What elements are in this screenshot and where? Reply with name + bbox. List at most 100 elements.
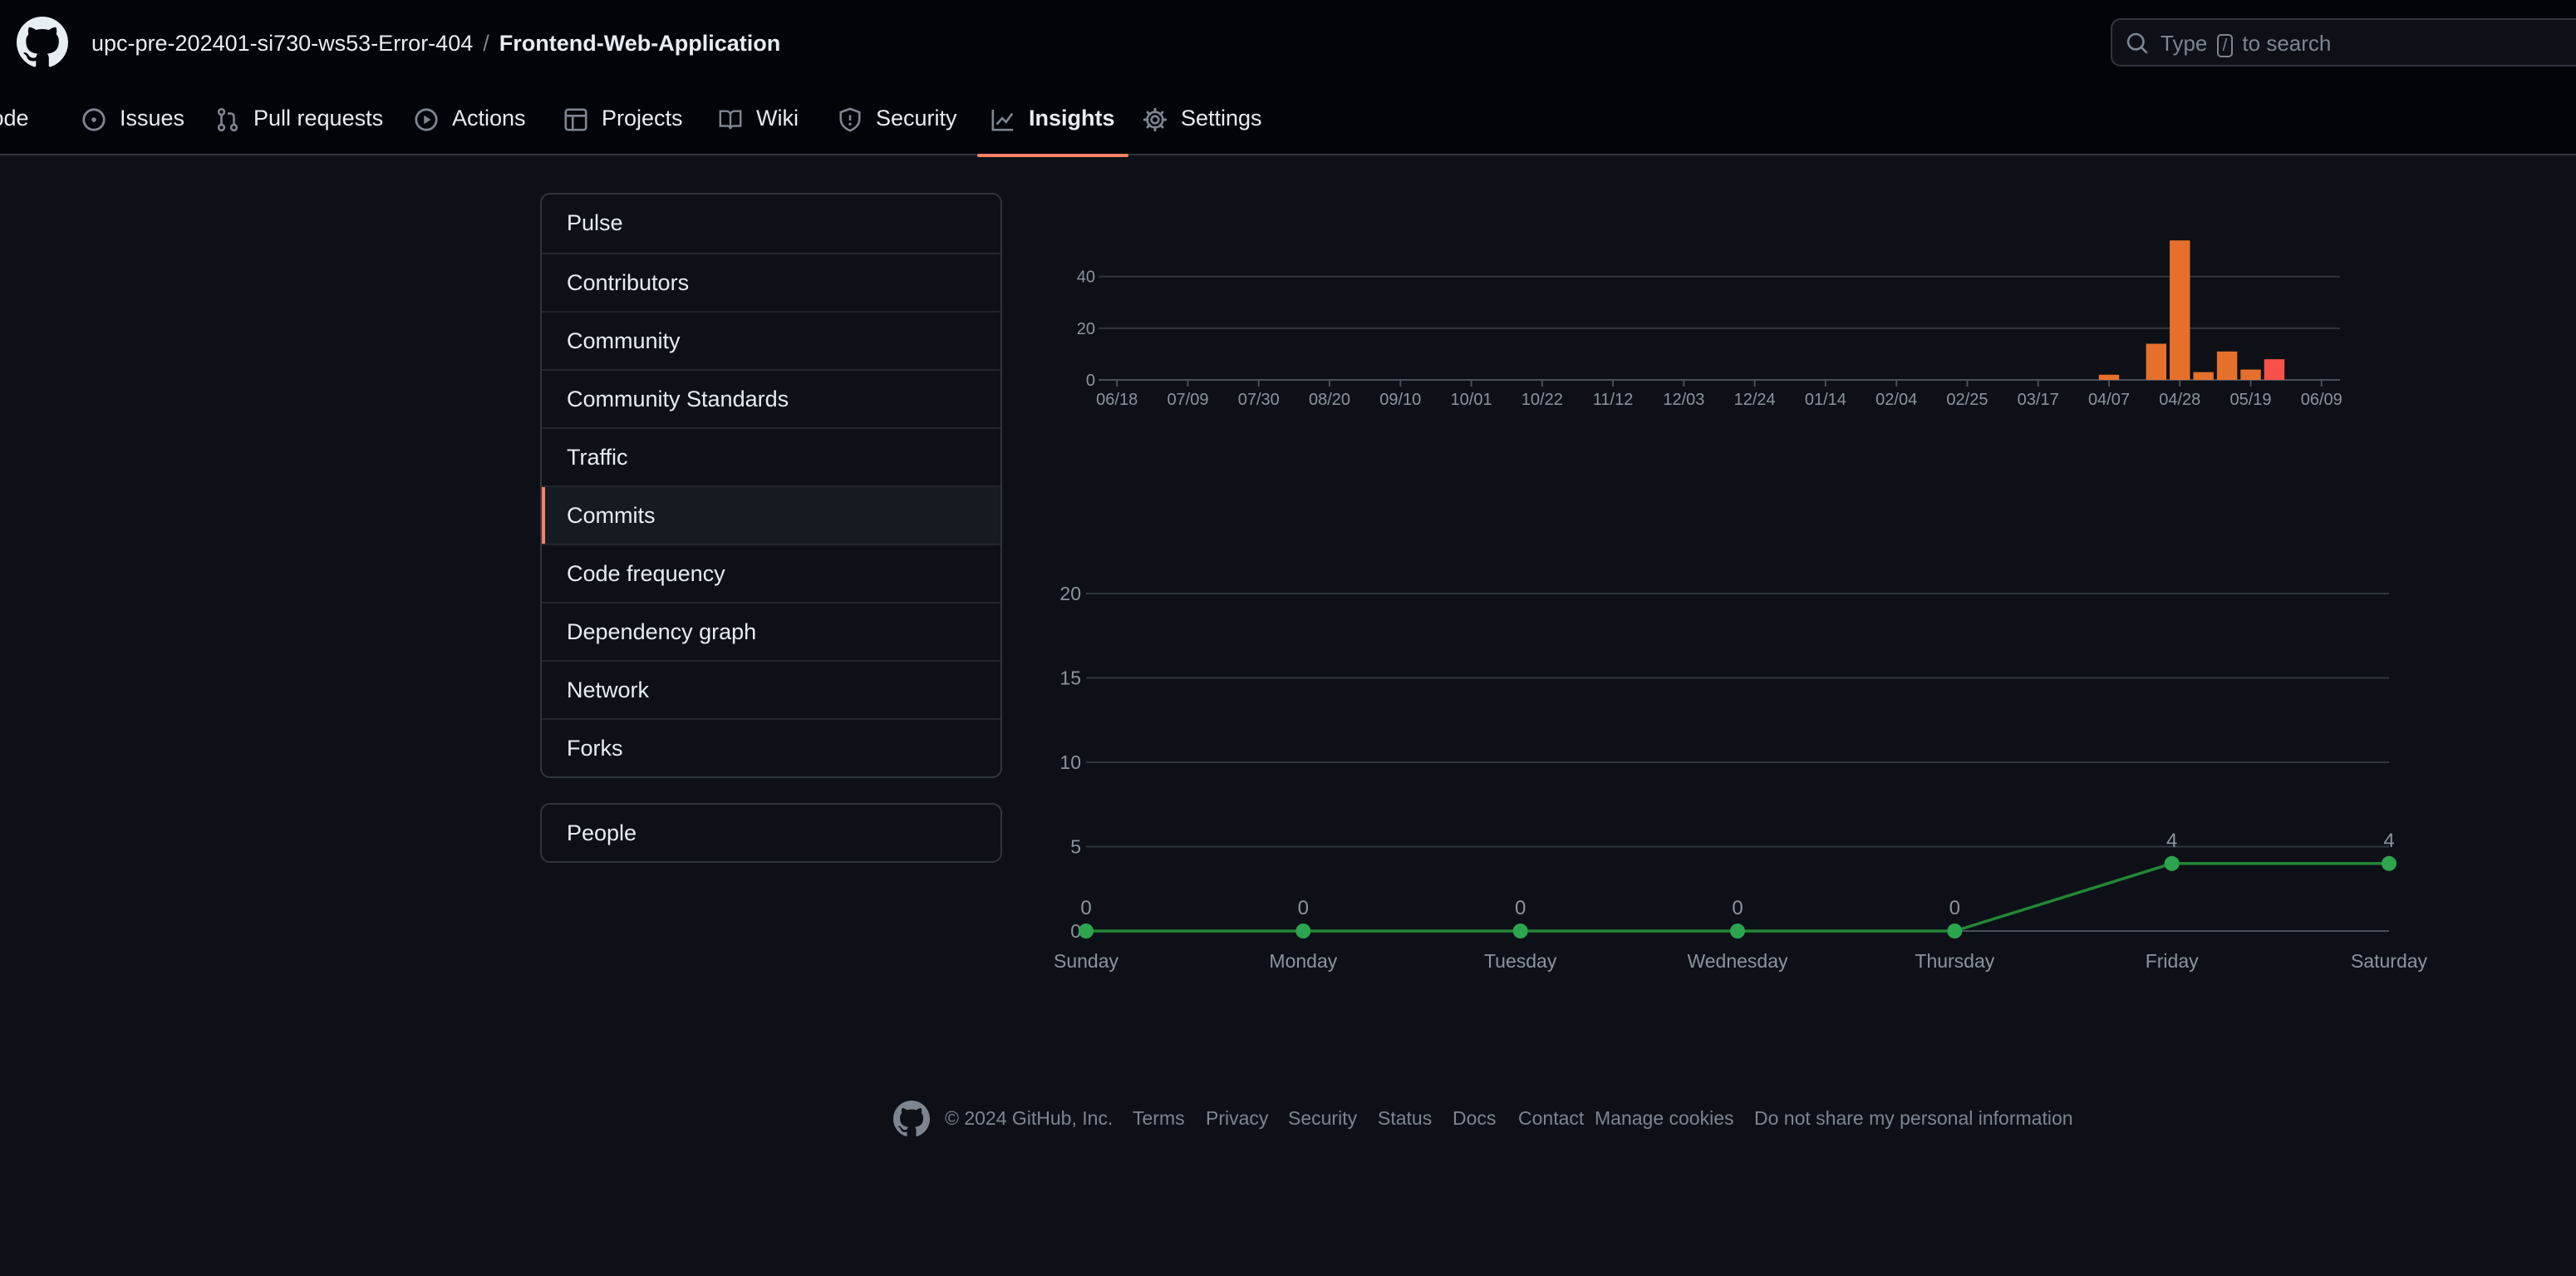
y-tick-label: 10 (1059, 751, 1081, 773)
tab-label: Issues (120, 106, 185, 131)
y-tick-label: 0 (1086, 372, 1095, 390)
x-tick-label: 04/28 (2159, 391, 2200, 409)
x-tick-label: Tuesday (1484, 950, 1557, 972)
tab-issues[interactable]: Issues (81, 96, 184, 155)
footer-link-privacy[interactable]: Privacy (1206, 1107, 1268, 1130)
tab-label: Settings (1181, 106, 1262, 131)
x-tick-label: Friday (2146, 950, 2199, 972)
y-tick-label: 15 (1059, 668, 1081, 689)
x-tick-label: 10/22 (1522, 391, 1563, 409)
gear-icon (1143, 107, 1168, 132)
git-pull-request-icon (217, 107, 238, 132)
x-tick-label: 06/18 (1096, 391, 1138, 409)
tab-pull-requests[interactable]: Pull requests (215, 96, 383, 155)
data-point (2164, 855, 2180, 871)
y-tick-label: 5 (1070, 836, 1081, 858)
sidebar-item-forks[interactable]: Forks (542, 718, 1000, 776)
footer-link-contact[interactable]: Contact (1518, 1107, 1584, 1130)
data-point (1947, 924, 1963, 939)
tab-insights[interactable]: Insights (977, 96, 1128, 157)
tab-label: Insights (1029, 106, 1115, 131)
x-tick-label: 09/10 (1379, 391, 1421, 409)
tab-label: Wiki (756, 106, 799, 131)
data-label: 0 (1949, 897, 1960, 919)
global-header: upc-pre-202401-si730-ws53-Error-404 / Fron… (0, 0, 2576, 157)
footer-copyright: © 2024 GitHub, Inc. (945, 1107, 1113, 1129)
bar (2216, 351, 2238, 380)
data-point (1730, 924, 1745, 939)
play-icon (415, 108, 438, 131)
github-logo-icon[interactable] (17, 17, 68, 68)
x-tick-label: 12/03 (1663, 391, 1704, 409)
book-icon (719, 110, 742, 130)
bar (2193, 372, 2214, 380)
data-point (1079, 924, 1094, 939)
bar (2170, 240, 2190, 380)
x-tick-label: 06/09 (2301, 391, 2342, 409)
tab-projects[interactable]: Projects (563, 96, 683, 155)
tab-settings[interactable]: Settings (1143, 96, 1262, 155)
graph-icon (991, 109, 1014, 131)
x-tick-label: Sunday (1054, 950, 1119, 972)
bar (2264, 359, 2285, 380)
sidebar-item-dependency-graph[interactable]: Dependency graph (542, 602, 1000, 660)
tab-label: Security (876, 106, 957, 131)
github-mark-icon[interactable] (893, 1101, 930, 1137)
sidebar-item-contributors[interactable]: Contributors (542, 253, 1000, 311)
sidebar-item-community-standards[interactable]: Community Standards (542, 369, 1000, 427)
sidebar-item-pulse[interactable]: Pulse (542, 195, 1000, 253)
footer-link-docs[interactable]: Docs (1453, 1107, 1496, 1130)
shield-icon (839, 107, 861, 132)
repo-name-link[interactable]: Frontend-Web-Application (499, 31, 780, 56)
search-shortcut-key: / (2216, 34, 2234, 57)
y-tick-label: 20 (1059, 583, 1081, 604)
x-tick-label: 03/17 (2018, 391, 2059, 409)
footer-link-terms[interactable]: Terms (1133, 1107, 1185, 1130)
x-tick-label: Thursday (1915, 950, 1994, 972)
sidebar-item-people[interactable]: People (540, 803, 1002, 863)
data-point (2382, 855, 2397, 871)
repo-owner-link[interactable]: upc-pre-202401-si730-ws53-Error-404 (91, 31, 473, 56)
x-tick-label: 10/01 (1451, 391, 1492, 409)
search-prefix: Type (2161, 31, 2208, 56)
x-tick-label: Saturday (2351, 950, 2428, 972)
footer-do-not-share[interactable]: Do not share my personal information (1754, 1107, 2073, 1130)
data-label: 4 (2383, 830, 2394, 852)
sidebar-item-commits[interactable]: Commits (542, 485, 1000, 544)
tab-label: Actions (452, 106, 526, 131)
data-label: 0 (1298, 897, 1309, 919)
data-label: 0 (1515, 897, 1526, 919)
tab-label: Code (0, 106, 29, 131)
x-tick-label: Wednesday (1687, 950, 1788, 972)
sidebar-item-traffic[interactable]: Traffic (542, 427, 1000, 485)
tab-actions[interactable]: Actions (414, 96, 526, 155)
x-tick-label: 02/04 (1875, 391, 1917, 409)
weekly-commits-bar-chart: 0 20 40 06/18 07/09 07/30 08/20 09/10 10/01 10/22… (1077, 240, 2342, 409)
table-icon (564, 108, 587, 131)
daily-commits-line-chart: 0 5 10 15 20 0 Sunday 0 Monday 0 Tuesday 0 Wednesday… (1054, 583, 2428, 972)
sidebar-item-community[interactable]: Community (542, 311, 1000, 369)
issue-opened-icon (82, 108, 106, 131)
x-tick-label: 05/19 (2229, 391, 2271, 409)
data-point (1512, 924, 1528, 939)
data-label: 4 (2166, 830, 2177, 852)
tab-label: Projects (602, 106, 683, 131)
data-label: 0 (1080, 897, 1091, 919)
data-label: 0 (1732, 897, 1743, 919)
x-tick-label: 12/24 (1734, 391, 1776, 409)
footer-manage-cookies[interactable]: Manage cookies (1595, 1107, 1734, 1130)
y-tick-label: 40 (1077, 269, 1095, 287)
sidebar-item-network[interactable]: Network (542, 660, 1000, 718)
bar (2240, 369, 2261, 380)
insights-sidebar-menu: Pulse Contributors Community Community S… (540, 193, 1002, 778)
footer-link-security[interactable]: Security (1288, 1107, 1357, 1130)
footer-link-status[interactable]: Status (1378, 1107, 1432, 1130)
search-input[interactable]: Type / to search (2111, 18, 2576, 67)
sidebar-item-code-frequency[interactable]: Code frequency (542, 544, 1000, 602)
tab-security[interactable]: Security (838, 96, 957, 155)
tab-wiki[interactable]: Wiki (718, 96, 799, 155)
bar (2146, 343, 2167, 380)
breadcrumb: upc-pre-202401-si730-ws53-Error-404 / Fron… (91, 28, 780, 58)
x-tick-label: 07/30 (1238, 391, 1280, 409)
tab-code[interactable]: Code (0, 96, 29, 155)
